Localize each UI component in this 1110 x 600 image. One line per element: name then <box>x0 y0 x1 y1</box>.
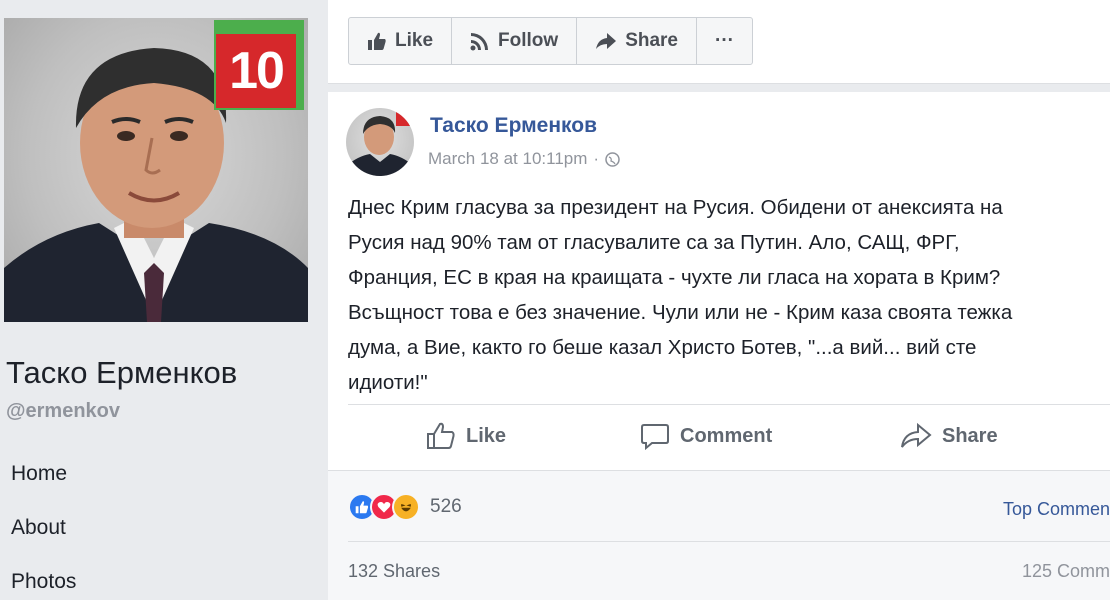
post-share-button[interactable]: Share <box>900 422 998 450</box>
post-card: Таско Ерменков March 18 at 10:11pm · Дне… <box>328 92 1110 600</box>
more-options-button[interactable]: ··· <box>697 18 752 64</box>
share-arrow-icon <box>596 33 617 49</box>
post-line: Франция, ЕС в края на краищата - чухте л… <box>348 266 1001 289</box>
post-author-avatar[interactable] <box>346 108 414 176</box>
thumbs-up-outline-icon <box>427 422 455 449</box>
post-share-label: Share <box>942 424 998 447</box>
main-content: Like Follow Share ··· Таско Ерменков Mar… <box>326 0 1110 600</box>
page-handle[interactable]: @ermenkov <box>6 400 120 423</box>
post-like-button[interactable]: Like <box>426 422 506 450</box>
nav-about[interactable]: About <box>11 516 66 540</box>
post-like-label: Like <box>466 424 507 447</box>
page-share-label: Share <box>625 30 678 51</box>
left-sidebar: 10 Таско Ерменков @ermenkov Home About P… <box>0 0 326 600</box>
post-body: Днес Крим гласува за президент на Русия.… <box>348 190 1110 400</box>
divider <box>348 541 1110 542</box>
rss-follow-icon <box>470 33 489 51</box>
reaction-count: 526 <box>430 496 462 517</box>
page-actions-card: Like Follow Share ··· <box>328 0 1110 84</box>
page-action-bar: Like Follow Share ··· <box>348 17 753 65</box>
profile-photo[interactable]: 10 <box>4 18 308 322</box>
post-timestamp[interactable]: March 18 at 10:11pm <box>428 149 587 169</box>
page-like-label: Like <box>395 30 434 51</box>
avatar-portrait <box>346 110 414 176</box>
more-options-icon: ··· <box>715 30 734 51</box>
post-author-name[interactable]: Таско Ерменков <box>430 114 597 138</box>
post-timestamp-row: March 18 at 10:11pm · <box>428 149 620 169</box>
page-follow-label: Follow <box>498 30 559 51</box>
post-comment-label: Comment <box>680 424 773 447</box>
top-comments-dropdown[interactable]: Top Commen <box>1003 499 1110 520</box>
nav-photos[interactable]: Photos <box>11 570 76 594</box>
haha-reaction-icon <box>392 493 420 521</box>
nav-home[interactable]: Home <box>11 462 67 486</box>
page-name: Таско Ерменков <box>6 355 238 390</box>
page-like-button[interactable]: Like <box>349 18 453 64</box>
share-outline-icon <box>901 422 932 448</box>
post-line: Всъщност това е без значение. Чули или н… <box>348 301 1013 324</box>
divider <box>348 404 1110 405</box>
reactions-summary: 526 Top Commen 132 Shares 125 Comm <box>328 470 1110 600</box>
post-line: дума, а Вие, както го беше казал Христо … <box>348 336 977 359</box>
thumbs-up-icon <box>368 32 386 50</box>
post-line: Днес Крим гласува за президент на Русия.… <box>348 196 1003 219</box>
separator-dot: · <box>593 149 600 168</box>
comment-bubble-icon <box>641 424 669 450</box>
page-share-button[interactable]: Share <box>577 18 697 64</box>
reaction-icons[interactable]: 526 <box>348 493 462 521</box>
globe-public-icon <box>605 151 620 167</box>
post-line: идиоти!" <box>348 371 428 394</box>
post-comment-button[interactable]: Comment <box>640 422 772 450</box>
page-follow-button[interactable]: Follow <box>452 18 578 64</box>
shares-count[interactable]: 132 Shares <box>348 561 440 582</box>
post-line: Русия над 90% там от гласувалите са за П… <box>348 231 960 254</box>
ballot-number-badge: 10 <box>214 20 304 110</box>
comments-count[interactable]: 125 Comm <box>1022 561 1110 582</box>
